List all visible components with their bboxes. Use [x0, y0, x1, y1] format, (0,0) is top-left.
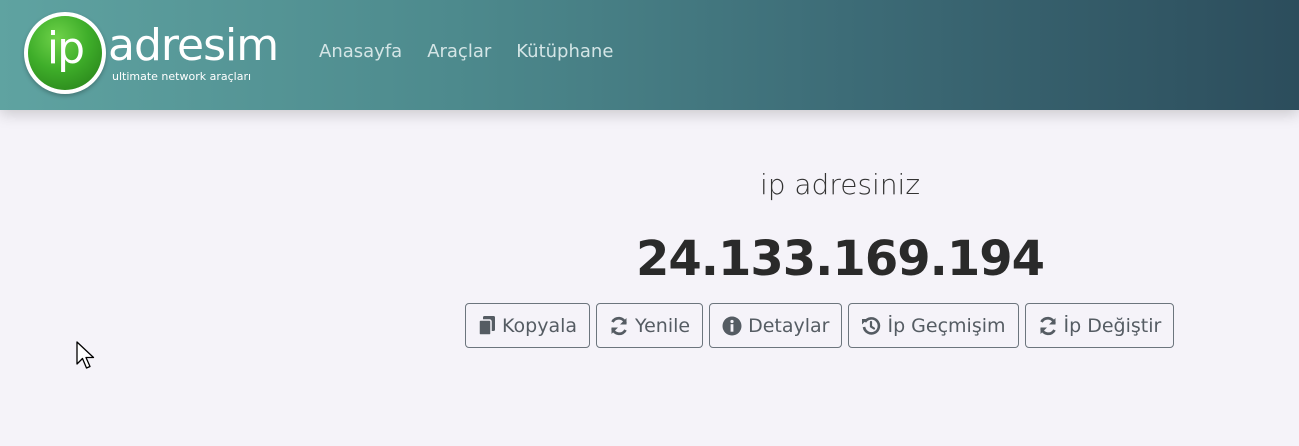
history-icon [862, 316, 881, 335]
top-navbar: ip adresim ultimate network araçları Ana… [0, 0, 1299, 110]
logo-tagline: ultimate network araçları [112, 70, 252, 83]
change-ip-button-label: İp Değiştir [1063, 314, 1162, 337]
ip-history-button-label: İp Geçmişim [887, 314, 1006, 337]
refresh-icon [1039, 316, 1056, 335]
details-button-label: Detaylar [748, 314, 830, 337]
change-ip-button[interactable]: İp Değiştir [1024, 303, 1175, 348]
logo-wordmark: adresim [108, 20, 279, 71]
nav-link-anasayfa[interactable]: Anasayfa [319, 40, 402, 64]
copy-button-label: Kopyala [502, 314, 578, 337]
action-buttons: Kopyala Yenile Detaylar İp Geçmişim İp D… [465, 303, 1175, 348]
info-icon [722, 316, 742, 335]
copy-icon [478, 315, 495, 336]
details-button[interactable]: Detaylar [709, 303, 843, 348]
mouse-cursor-icon [76, 341, 95, 369]
copy-button[interactable]: Kopyala [465, 303, 591, 348]
ip-history-button[interactable]: İp Geçmişim [848, 303, 1019, 348]
ip-label: ip adresiniz [759, 168, 921, 201]
site-logo[interactable]: ip adresim ultimate network araçları [24, 12, 279, 94]
refresh-button[interactable]: Yenile [596, 303, 704, 348]
ip-address-value: 24.133.169.194 [635, 231, 1045, 287]
nav-link-araclar[interactable]: Araçlar [427, 40, 491, 64]
main-nav: Anasayfa Araçlar Kütüphane [319, 40, 613, 64]
refresh-icon [611, 316, 627, 335]
logo-mark: ip [28, 16, 102, 90]
ip-panel: ip adresiniz 24.133.169.194 [440, 160, 1240, 288]
nav-link-kutuphane[interactable]: Kütüphane [516, 40, 613, 64]
refresh-button-label: Yenile [635, 314, 691, 337]
logo-badge: ip [24, 12, 106, 94]
